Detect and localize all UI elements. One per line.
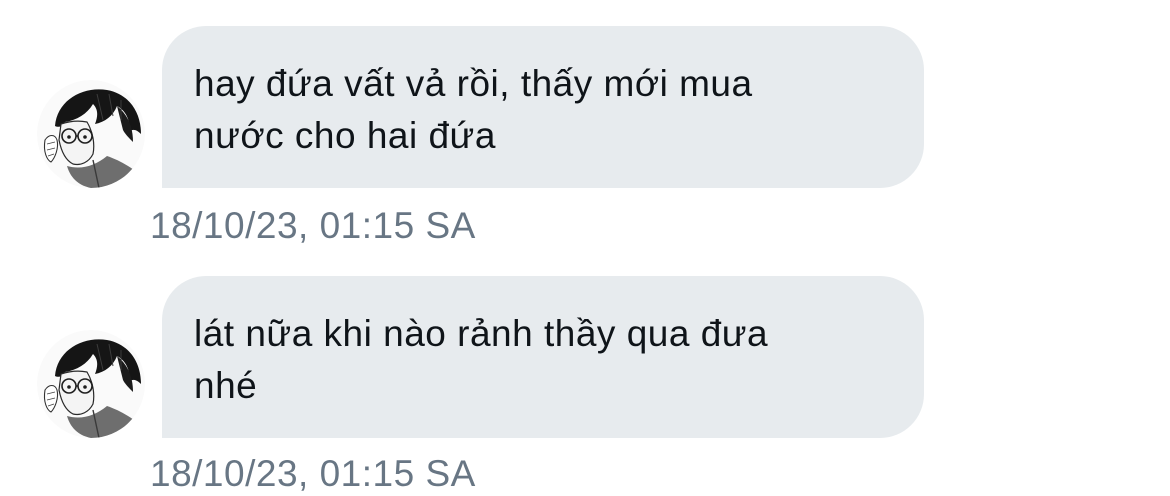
message-bubble[interactable]: lát nữa khi nào rảnh thầy qua đưa nhé (162, 276, 924, 438)
manga-avatar-icon (37, 80, 145, 188)
message-bubble[interactable]: hay đứa vất vả rồi, thấy mới mua nước ch… (162, 26, 924, 188)
avatar[interactable] (37, 330, 145, 438)
manga-avatar-icon (37, 330, 145, 438)
message-timestamp: 18/10/23, 01:15 SA (150, 453, 476, 494)
message-timestamp: 18/10/23, 01:15 SA (150, 205, 476, 246)
avatar[interactable] (37, 80, 145, 188)
